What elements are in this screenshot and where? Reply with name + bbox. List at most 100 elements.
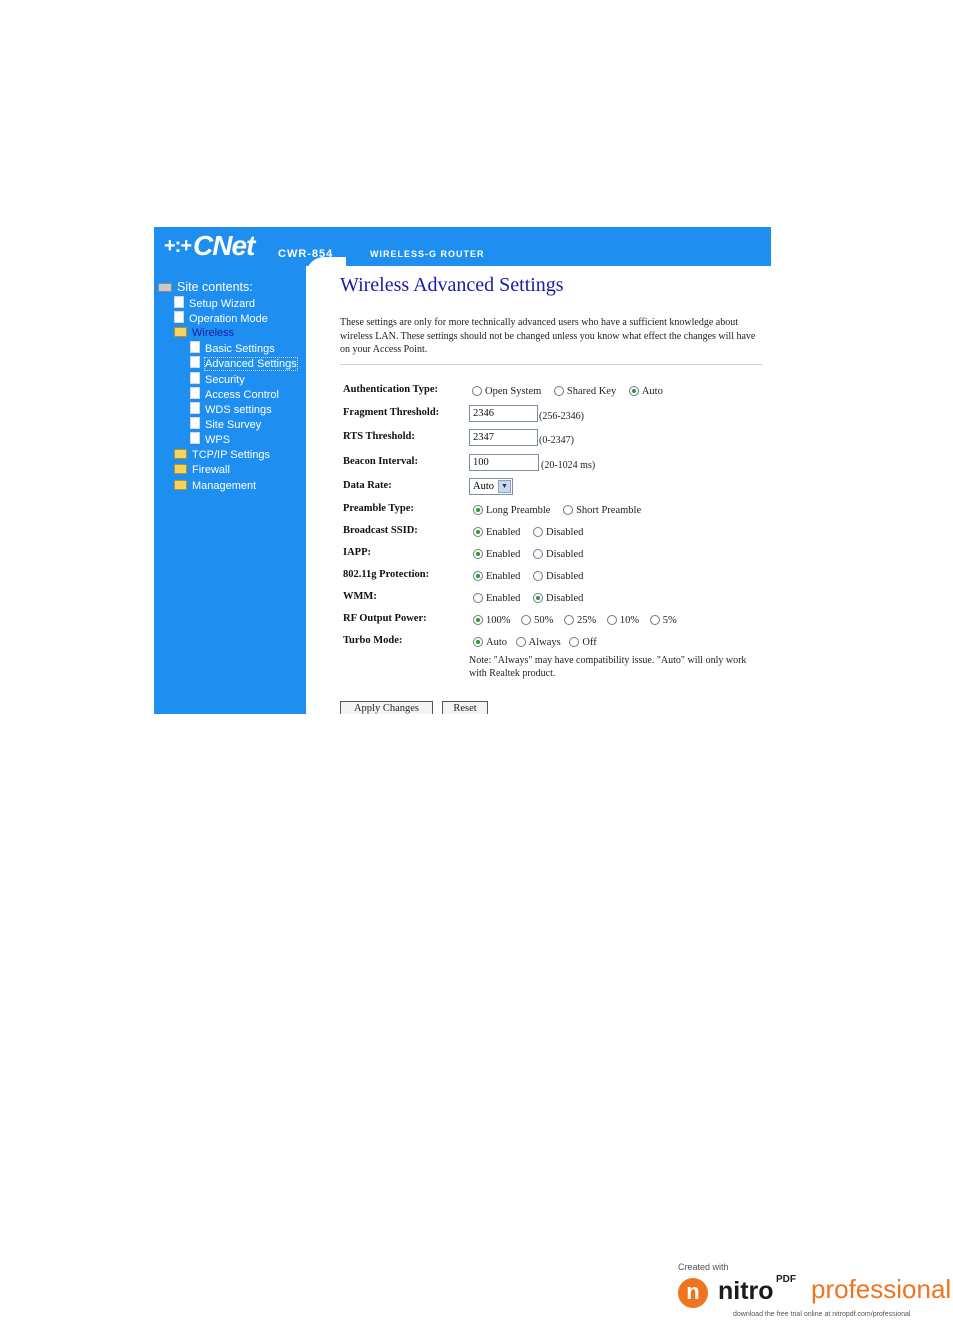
- header-bar: +:+CNet CWR-854 WIRELESS-G ROUTER: [154, 227, 771, 266]
- preamble-short-option[interactable]: Short Preamble: [563, 505, 641, 516]
- radio-button[interactable]: [563, 505, 574, 515]
- sidebar-item-label: Operation Mode: [189, 313, 268, 325]
- radio-button[interactable]: [569, 637, 580, 647]
- page-title: Wireless Advanced Settings: [340, 274, 564, 296]
- protection-enabled-option[interactable]: Enabled: [473, 571, 520, 582]
- auth-type-group: Open System Shared Key Auto: [472, 386, 673, 397]
- radio-button[interactable]: [649, 615, 660, 625]
- radio-button[interactable]: [553, 386, 564, 396]
- sidebar-item-wds-settings[interactable]: WDS settings: [190, 402, 272, 417]
- wmm-enabled-option[interactable]: Enabled: [473, 593, 520, 604]
- radio-button-selected[interactable]: [473, 527, 483, 537]
- rts-threshold-label: RTS Threshold:: [343, 431, 415, 442]
- sidebar-item-advanced-settings[interactable]: Advanced Settings: [190, 356, 298, 371]
- rf-output-power-label: RF Output Power:: [343, 613, 427, 624]
- radio-button-selected[interactable]: [473, 615, 483, 625]
- option-label: Enabled: [486, 549, 521, 560]
- router-admin-frame: +:+CNet CWR-854 WIRELESS-G ROUTER Site c…: [154, 227, 771, 714]
- wmm-label: WMM:: [343, 591, 377, 602]
- option-label: Enabled: [486, 593, 521, 604]
- document-icon: [190, 402, 200, 414]
- auth-type-label: Authentication Type:: [343, 384, 438, 395]
- wmm-disabled-option[interactable]: Disabled: [533, 593, 583, 604]
- broadcast-ssid-enabled-option[interactable]: Enabled: [473, 527, 520, 538]
- intro-text: These settings are only for more technic…: [340, 317, 756, 355]
- rf-output-power-group: 100% 50% 25% 10% 5%: [473, 615, 687, 626]
- rf-power-5-option[interactable]: 5%: [649, 615, 677, 626]
- sidebar-item-wireless[interactable]: Wireless: [174, 326, 234, 341]
- sidebar-item-tcpip-settings[interactable]: TCP/IP Settings: [174, 448, 270, 463]
- turbo-auto-option[interactable]: Auto: [473, 637, 507, 648]
- computer-icon: [158, 283, 172, 292]
- option-label: Auto: [641, 386, 663, 397]
- reset-button[interactable]: Reset: [442, 701, 488, 714]
- sidebar-item-management[interactable]: Management: [174, 479, 256, 494]
- radio-button-selected[interactable]: [473, 505, 483, 515]
- radio-button[interactable]: [515, 637, 526, 647]
- rts-threshold-hint: (0-2347): [539, 435, 574, 446]
- radio-button-selected[interactable]: [628, 386, 639, 396]
- sidebar-item-operation-mode[interactable]: Operation Mode: [174, 311, 268, 326]
- product-name: WIRELESS-G ROUTER: [370, 249, 485, 259]
- data-rate-select[interactable]: Auto ▼: [469, 478, 513, 495]
- preamble-long-option[interactable]: Long Preamble: [473, 505, 550, 516]
- chevron-down-icon[interactable]: ▼: [498, 480, 511, 493]
- turbo-off-option[interactable]: Off: [569, 637, 597, 648]
- broadcast-ssid-disabled-option[interactable]: Disabled: [533, 527, 583, 538]
- sidebar-item-access-control[interactable]: Access Control: [190, 387, 279, 402]
- data-rate-value: Auto: [473, 481, 494, 492]
- radio-button[interactable]: [472, 386, 482, 396]
- option-label: Short Preamble: [576, 505, 642, 516]
- folder-open-icon: [174, 327, 187, 337]
- sidebar-item-label: Firewall: [192, 464, 230, 476]
- radio-button-selected[interactable]: [473, 571, 483, 581]
- iapp-enabled-option[interactable]: Enabled: [473, 549, 520, 560]
- sidebar-item-label: WDS settings: [205, 404, 272, 416]
- radio-button-selected[interactable]: [473, 637, 483, 647]
- radio-button[interactable]: [521, 615, 532, 625]
- beacon-interval-input[interactable]: 100: [469, 454, 539, 471]
- rf-power-100-option[interactable]: 100%: [473, 615, 511, 626]
- sidebar-item-site-survey[interactable]: Site Survey: [190, 417, 261, 432]
- radio-button[interactable]: [533, 527, 544, 537]
- radio-button[interactable]: [564, 615, 574, 625]
- document-icon: [190, 417, 200, 429]
- radio-button-selected[interactable]: [473, 549, 483, 559]
- folder-icon: [174, 480, 187, 490]
- rts-threshold-input[interactable]: 2347: [469, 429, 538, 446]
- broadcast-ssid-label: Broadcast SSID:: [343, 525, 418, 536]
- radio-button[interactable]: [533, 571, 544, 581]
- protection-disabled-option[interactable]: Disabled: [533, 571, 583, 582]
- option-label: Enabled: [486, 571, 521, 582]
- iapp-group: Enabled Disabled: [473, 549, 593, 560]
- option-label: Open System: [485, 386, 542, 397]
- radio-button-selected[interactable]: [533, 593, 544, 603]
- turbo-note: Note: "Always" may have compatibility is…: [469, 655, 747, 679]
- iapp-disabled-option[interactable]: Disabled: [533, 549, 583, 560]
- nitro-pdf-mark: PDF: [776, 1274, 796, 1285]
- sidebar-item-wps[interactable]: WPS: [190, 432, 230, 447]
- auth-open-system-option[interactable]: Open System: [472, 386, 541, 397]
- sidebar-item-label: TCP/IP Settings: [192, 449, 271, 461]
- auth-shared-key-option[interactable]: Shared Key: [553, 386, 616, 397]
- nitro-logo-icon: n: [678, 1278, 708, 1308]
- radio-button[interactable]: [606, 615, 617, 625]
- rf-power-25-option[interactable]: 25%: [564, 615, 596, 626]
- logo-mark: +:+: [164, 235, 192, 257]
- sidebar-item-basic-settings[interactable]: Basic Settings: [190, 341, 275, 356]
- sidebar-item-setup-wizard[interactable]: Setup Wizard: [174, 296, 255, 311]
- auth-auto-option[interactable]: Auto: [628, 386, 663, 397]
- radio-button[interactable]: [473, 593, 483, 603]
- apply-changes-button[interactable]: Apply Changes: [340, 701, 433, 714]
- turbo-always-option[interactable]: Always: [515, 637, 561, 648]
- sidebar-item-security[interactable]: Security: [190, 372, 245, 387]
- nitro-edition: professional: [811, 1274, 952, 1304]
- radio-button[interactable]: [533, 549, 544, 559]
- rf-power-10-option[interactable]: 10%: [606, 615, 639, 626]
- rf-power-50-option[interactable]: 50%: [521, 615, 553, 626]
- sidebar-item-firewall[interactable]: Firewall: [174, 463, 230, 478]
- fragment-threshold-input[interactable]: 2346: [469, 405, 538, 422]
- beacon-interval-hint: (20-1024 ms): [541, 460, 596, 471]
- sidebar-item-label: Basic Settings: [205, 343, 275, 355]
- nitro-brand: nitro: [718, 1277, 774, 1305]
